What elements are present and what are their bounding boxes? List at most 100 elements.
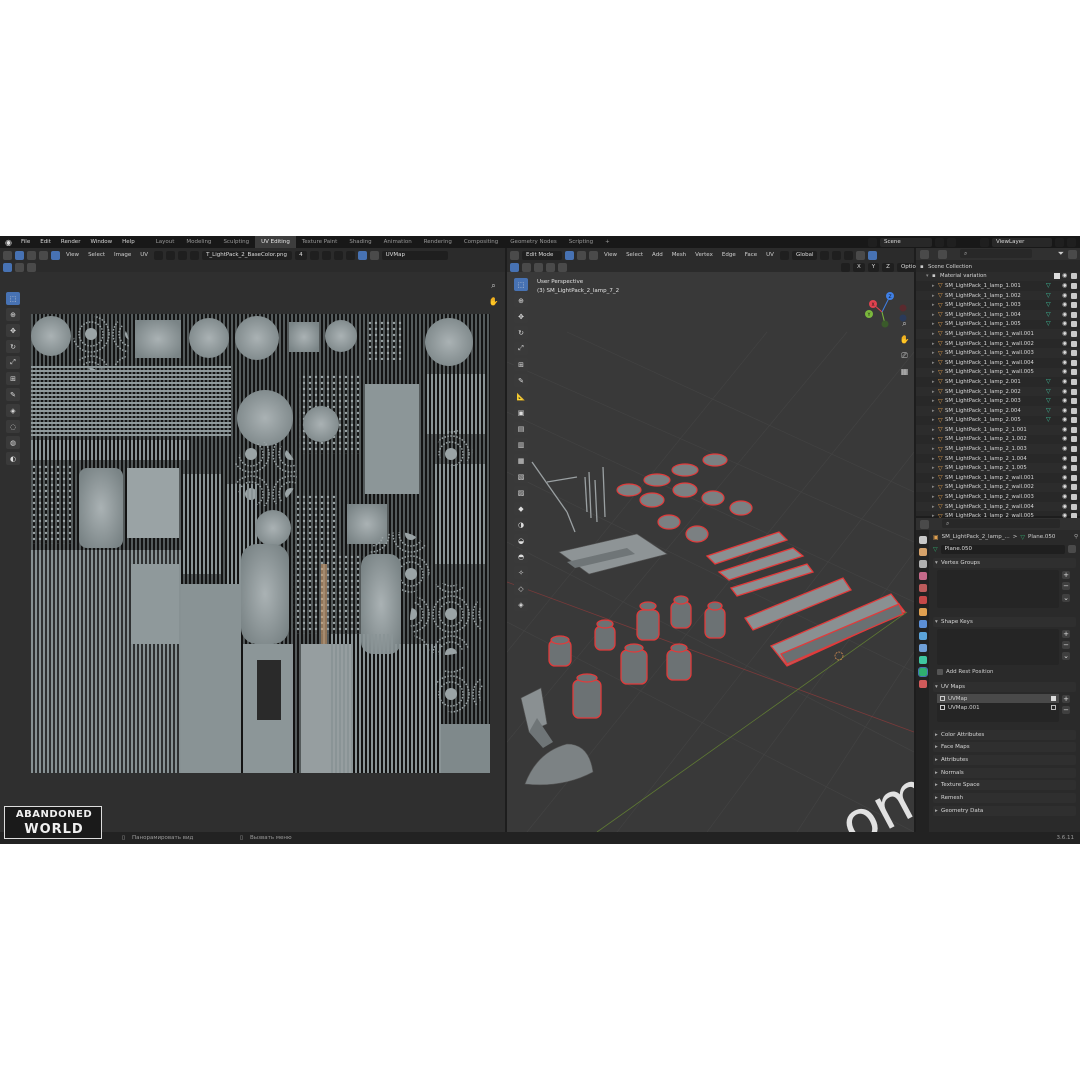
snap-icon[interactable] [166,250,176,260]
render-camera-icon[interactable] [1071,369,1077,376]
vp-smooth-tool-icon[interactable]: ◒ [514,534,528,547]
uv-map-item-active[interactable]: UVMap [937,694,1059,703]
pin-icon[interactable]: ⚲ [1074,534,1078,540]
vp-shrink-tool-icon[interactable]: ✧ [514,566,528,579]
tab-uv-editing[interactable]: UV Editing [255,236,296,248]
texture-space-header[interactable]: Texture Space [933,780,1076,790]
vp-transform-tool-icon[interactable]: ⊞ [514,358,528,371]
close-scene-icon[interactable] [947,237,956,247]
outliner-object-row[interactable]: ▸ ▽ SM_LightPack_1_lamp_1.004 ▽ ◉ [916,309,1080,320]
face-mode-icon[interactable] [589,250,598,260]
tab-animation[interactable]: Animation [378,236,418,248]
vp-menu-view[interactable]: View [601,252,620,258]
render-camera-icon[interactable] [1071,311,1077,318]
outliner-object-row[interactable]: ▸ ▽ SM_LightPack_1_lamp_2_wall.004 ◉ [916,501,1080,512]
vertex-group-menu-icon[interactable]: ⌄ [1062,594,1070,602]
outliner-object-row[interactable]: ▸ ▽ SM_LightPack_1_lamp_2_1.003 ◉ [916,444,1080,454]
sync-selection-icon[interactable] [15,250,24,260]
tab-layout[interactable]: Layout [150,236,181,248]
scene-icon[interactable] [868,237,877,247]
eye-icon[interactable]: ◉ [1062,282,1068,289]
outliner-object-row[interactable]: ▸ ▽ SM_LightPack_1_lamp_1.001 ▽ ◉ [916,281,1080,291]
menu-render[interactable]: Render [56,239,86,245]
select-mode-extend-icon[interactable] [15,262,24,272]
eye-icon[interactable]: ◉ [1062,378,1068,385]
outliner-object-row[interactable]: ▸ ▽ SM_LightPack_1_lamp_2_1.002 ◉ [916,435,1080,445]
vertex-mode-icon[interactable] [565,250,574,260]
uv-maps-list[interactable]: UVMap UVMap.001 [937,694,1059,722]
blender-logo-icon[interactable]: ◉ [4,238,13,247]
shading-solid-icon[interactable] [868,250,878,260]
object-tab-icon[interactable] [918,608,927,616]
eye-icon[interactable]: ◉ [1062,455,1068,462]
vp-menu-mesh[interactable]: Mesh [669,252,689,258]
render-camera-icon[interactable] [1071,330,1077,337]
render-camera-icon[interactable] [1071,407,1077,414]
eye-icon[interactable]: ◉ [1062,302,1068,308]
uv-map-field[interactable]: UVMap [381,250,448,260]
render-camera-icon[interactable] [1071,503,1077,510]
scale-tool-icon[interactable]: ⤢ [6,356,20,369]
vp-move-tool-icon[interactable]: ✥ [514,310,528,323]
vp-spin-tool-icon[interactable]: ◑ [514,518,528,531]
vp-select-invert-icon[interactable] [546,262,555,272]
outliner-object-row[interactable]: ▸ ▽ SM_LightPack_1_lamp_1_wall.004 ◉ [916,358,1080,368]
vp-loopcut-tool-icon[interactable]: ▧ [514,470,528,483]
tab-scripting[interactable]: Scripting [563,236,599,248]
eye-icon[interactable]: ◉ [1062,292,1068,299]
render-camera-icon[interactable] [1071,398,1077,405]
vp-polybuild-tool-icon[interactable]: ◆ [514,502,528,515]
eye-icon[interactable]: ◉ [1062,503,1068,510]
vp-menu-face[interactable]: Face [742,252,760,258]
fake-user-icon[interactable] [309,250,319,260]
vp-bevel-tool-icon[interactable]: ▦ [514,454,528,467]
vp-annotate-tool-icon[interactable]: ✎ [514,374,528,387]
render-camera-icon[interactable] [1071,426,1077,433]
outliner-object-row[interactable]: ▸ ▽ SM_LightPack_1_lamp_2.003 ▽ ◉ [916,396,1080,406]
vp-zoom-icon[interactable]: ⌕ [899,318,910,329]
vp-measure-tool-icon[interactable]: 📐 [514,390,528,403]
eye-icon[interactable]: ◉ [1062,369,1068,375]
vp-select-tool-icon[interactable]: ⬚ [514,278,528,291]
normals-header[interactable]: Normals [933,768,1076,778]
transform-orientation-icon[interactable] [779,250,789,260]
eye-icon[interactable]: ◉ [1062,359,1068,366]
eye-icon[interactable]: ◉ [1062,417,1068,423]
display-mode-icon[interactable] [938,250,947,259]
render-camera-icon[interactable] [1071,446,1077,453]
eye-icon[interactable]: ◉ [1062,446,1068,452]
menu-file[interactable]: File [16,239,35,245]
viewport-editor-type-icon[interactable] [510,250,519,260]
select-box-tool-icon[interactable]: ⬚ [6,292,20,305]
eye-icon[interactable]: ◉ [1062,494,1068,500]
pan-hand-icon[interactable]: ✋ [488,296,499,307]
transform-tool-icon[interactable]: ⊞ [6,372,20,385]
vp-ortho-grid-icon[interactable]: ▦ [899,366,910,377]
vp-menu-vertex[interactable]: Vertex [692,252,716,258]
vp-edge-slide-tool-icon[interactable]: ◓ [514,550,528,563]
outliner-object-row[interactable]: ▸ ▽ SM_LightPack_1_lamp_1.003 ▽ ◉ [916,300,1080,310]
eye-icon[interactable]: ◉ [1062,465,1068,471]
vp-add-cube-tool-icon[interactable]: ▣ [514,406,528,419]
snapping-icon[interactable] [832,250,842,260]
rotate-tool-icon[interactable]: ↻ [6,340,20,353]
render-icon[interactable] [1051,705,1056,710]
vp-extrude-tool-icon[interactable]: ▤ [514,422,528,435]
geometry-data-header[interactable]: Geometry Data [933,806,1076,816]
render-camera-icon[interactable] [1071,359,1077,366]
axis-y-toggle[interactable]: Y [867,262,880,272]
scene-tab-icon[interactable] [918,584,927,592]
outliner-object-row[interactable]: ▸ ▽ SM_LightPack_1_lamp_1_wall.002 ◉ [916,339,1080,349]
grab-tool-icon[interactable]: ◌ [6,420,20,433]
color-attributes-header[interactable]: Color Attributes [933,730,1076,740]
render-camera-icon[interactable] [1071,388,1077,395]
add-workspace-button[interactable]: + [599,236,616,248]
mirror-icon[interactable] [841,262,850,272]
render-camera-icon[interactable] [1071,282,1077,289]
eye-icon[interactable]: ◉ [1062,436,1068,442]
add-uv-map-icon[interactable]: + [1062,695,1070,703]
rip-tool-icon[interactable]: ◈ [6,404,20,417]
render-camera-icon[interactable] [1071,292,1077,299]
render-camera-icon[interactable] [1071,321,1077,328]
outliner-object-row[interactable]: ▸ ▽ SM_LightPack_1_lamp_2.004 ▽ ◉ [916,405,1080,416]
